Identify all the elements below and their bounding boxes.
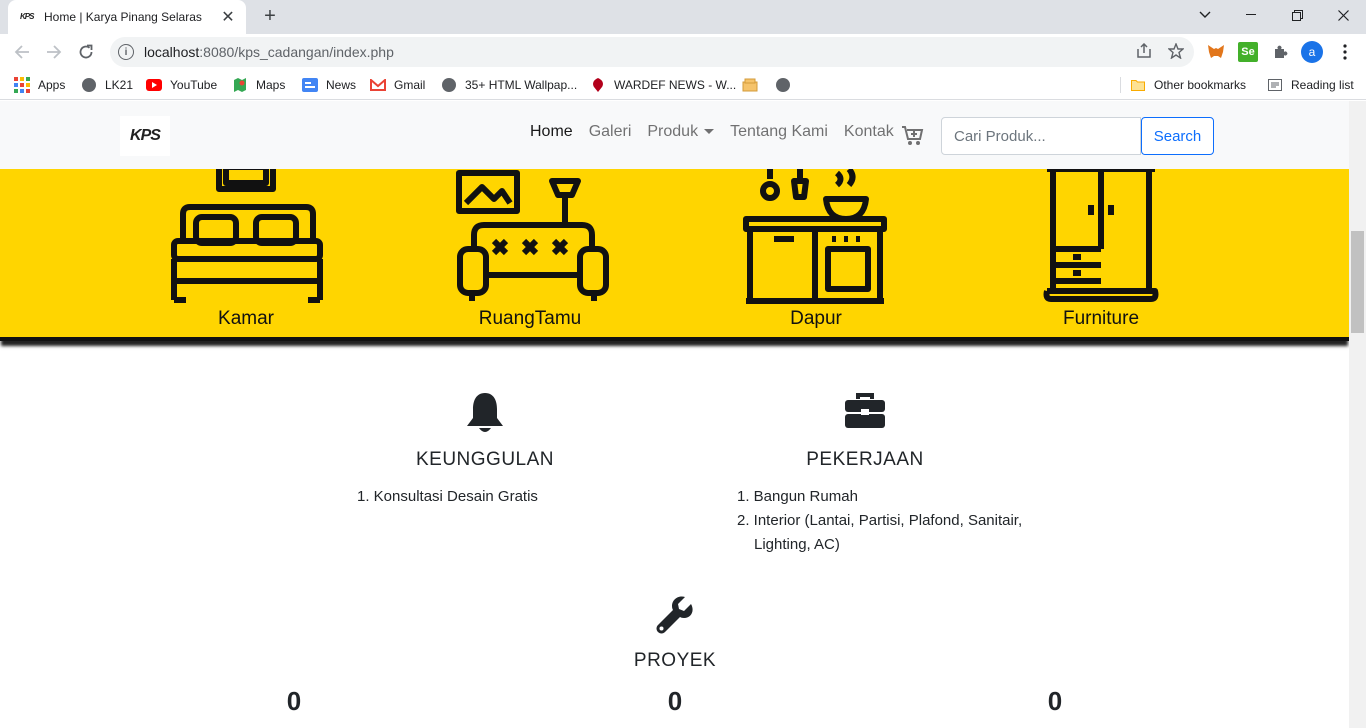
maps-icon xyxy=(232,77,248,93)
category-label: Dapur xyxy=(790,308,842,329)
sofa-icon xyxy=(456,170,609,301)
category-label: Kamar xyxy=(218,308,274,329)
wardrobe-icon xyxy=(1043,169,1159,302)
bookmark-gmail[interactable]: Gmail xyxy=(370,75,425,95)
product-search-input[interactable]: Cari Produk... xyxy=(941,117,1141,155)
category-label: RuangTamu xyxy=(478,308,582,329)
bookmark-news[interactable]: News xyxy=(302,75,356,95)
reading-list-icon xyxy=(1267,77,1283,93)
browser-tabstrip: KPS Home | Karya Pinang Selaras ✕ + xyxy=(0,0,1366,34)
bed-icon xyxy=(171,169,323,303)
metamask-icon[interactable] xyxy=(1206,42,1226,62)
bookmark-wallpapers[interactable]: 35+ HTML Wallpap... xyxy=(441,75,577,95)
bookmarks-separator xyxy=(1120,77,1121,93)
folder-icon xyxy=(1130,77,1146,93)
list-item: 2. Interior (Lantai, Partisi, Plafond, S… xyxy=(737,512,1023,529)
tab-search-chevron-icon[interactable] xyxy=(1182,0,1228,30)
project-counter: 0 xyxy=(286,686,302,716)
bookmark-folder-extra[interactable] xyxy=(742,75,766,95)
chevron-down-icon xyxy=(704,129,715,135)
minimize-button[interactable] xyxy=(1228,0,1274,30)
feature-proyek: PROYEK xyxy=(575,596,775,672)
category-furniture[interactable]: Furniture xyxy=(1001,169,1201,329)
brand-logo[interactable]: KPS xyxy=(120,116,170,156)
nav-tentang-kami[interactable]: Tentang Kami xyxy=(730,123,828,141)
bookmark-star-icon[interactable] xyxy=(1168,43,1184,59)
list-item: 1. Konsultasi Desain Gratis xyxy=(357,488,538,505)
url-text: localhost:8080/kps_cadangan/index.php xyxy=(144,44,394,60)
bookmark-maps[interactable]: Maps xyxy=(232,75,285,95)
youtube-icon xyxy=(146,77,162,93)
puzzle-icon[interactable] xyxy=(1270,42,1290,62)
bookmark-folder-icon xyxy=(742,77,758,93)
globe-icon xyxy=(441,77,457,93)
category-banner: Kamar RuangTamu Dapur Furniture xyxy=(0,169,1349,341)
feature-pekerjaan: PEKERJAAN xyxy=(765,393,965,471)
address-bar[interactable]: i localhost:8080/kps_cadangan/index.php xyxy=(110,37,1194,67)
bookmarks-bar: Apps LK21 YouTube Maps News Gmail 35+ HT… xyxy=(0,70,1366,100)
menu-kebab-icon[interactable] xyxy=(1335,42,1355,62)
nav-links: Home Galeri Produk Tentang Kami Kontak xyxy=(530,123,910,141)
bookmark-globe-extra[interactable] xyxy=(775,75,799,95)
feature-title: PROYEK xyxy=(633,650,717,671)
list-item: 1. Bangun Rumah xyxy=(737,488,858,505)
news-icon xyxy=(302,77,318,93)
share-icon[interactable] xyxy=(1136,43,1152,59)
search-button[interactable]: Search xyxy=(1141,117,1214,155)
page-scrollbar[interactable] xyxy=(1349,101,1366,728)
close-window-button[interactable] xyxy=(1320,0,1366,30)
tab-title: Home | Karya Pinang Selaras xyxy=(44,10,202,24)
feature-keunggulan: KEUNGGULAN xyxy=(385,391,585,471)
apps-grid-icon xyxy=(14,77,30,93)
category-kamar[interactable]: Kamar xyxy=(146,169,346,329)
site-info-icon[interactable]: i xyxy=(118,44,134,60)
browser-tab[interactable]: KPS Home | Karya Pinang Selaras ✕ xyxy=(8,0,246,34)
profile-avatar[interactable]: a xyxy=(1301,41,1323,63)
cart-icon[interactable] xyxy=(901,125,925,147)
bookmark-youtube[interactable]: YouTube xyxy=(146,75,217,95)
project-counter: 0 xyxy=(667,686,683,716)
keunggulan-list: 1. Konsultasi Desain Gratis xyxy=(357,485,538,509)
globe-icon xyxy=(775,77,791,93)
close-tab-icon[interactable]: ✕ xyxy=(220,7,236,27)
briefcase-icon xyxy=(845,393,885,428)
category-dapur[interactable]: Dapur xyxy=(716,169,916,329)
browser-toolbar: i localhost:8080/kps_cadangan/index.php … xyxy=(0,34,1366,70)
project-counter: 0 xyxy=(1047,686,1063,716)
globe-icon xyxy=(81,77,97,93)
tab-favicon-icon: KPS xyxy=(20,12,34,21)
nav-kontak[interactable]: Kontak xyxy=(844,123,894,141)
nav-produk-dropdown[interactable]: Produk xyxy=(647,123,715,141)
wrench-icon xyxy=(656,596,693,634)
restore-button[interactable] xyxy=(1274,0,1320,30)
category-ruangtamu[interactable]: RuangTamu xyxy=(430,169,630,329)
bookmark-lk21[interactable]: LK21 xyxy=(81,75,133,95)
selenium-icon[interactable]: Se xyxy=(1238,42,1258,62)
back-button[interactable] xyxy=(10,40,34,64)
page-viewport: KPS Home Galeri Produk Tentang Kami Kont… xyxy=(0,101,1349,728)
bookmark-apps[interactable]: Apps xyxy=(14,75,65,95)
reading-list[interactable]: Reading list xyxy=(1267,75,1354,95)
other-bookmarks[interactable]: Other bookmarks xyxy=(1130,75,1246,95)
site-navbar: KPS Home Galeri Produk Tentang Kami Kont… xyxy=(0,101,1349,169)
feature-title: PEKERJAAN xyxy=(806,449,924,470)
gmail-icon xyxy=(370,77,386,93)
bookmark-wardef[interactable]: WARDEF NEWS - W... xyxy=(590,75,736,95)
kitchen-icon xyxy=(743,169,887,304)
list-item: Lighting, AC) xyxy=(754,536,840,553)
reload-button[interactable] xyxy=(74,40,98,64)
forward-button[interactable] xyxy=(42,40,66,64)
wardef-icon xyxy=(590,77,606,93)
bell-icon xyxy=(467,393,503,432)
category-label: Furniture xyxy=(1062,308,1140,329)
feature-title: KEUNGGULAN xyxy=(415,449,555,470)
new-tab-button[interactable]: + xyxy=(258,4,282,28)
pekerjaan-list: 1. Bangun Rumah 2. Interior (Lantai, Par… xyxy=(737,485,1022,557)
nav-home[interactable]: Home xyxy=(530,123,573,141)
nav-galeri[interactable]: Galeri xyxy=(589,123,632,141)
scrollbar-thumb[interactable] xyxy=(1351,231,1364,333)
